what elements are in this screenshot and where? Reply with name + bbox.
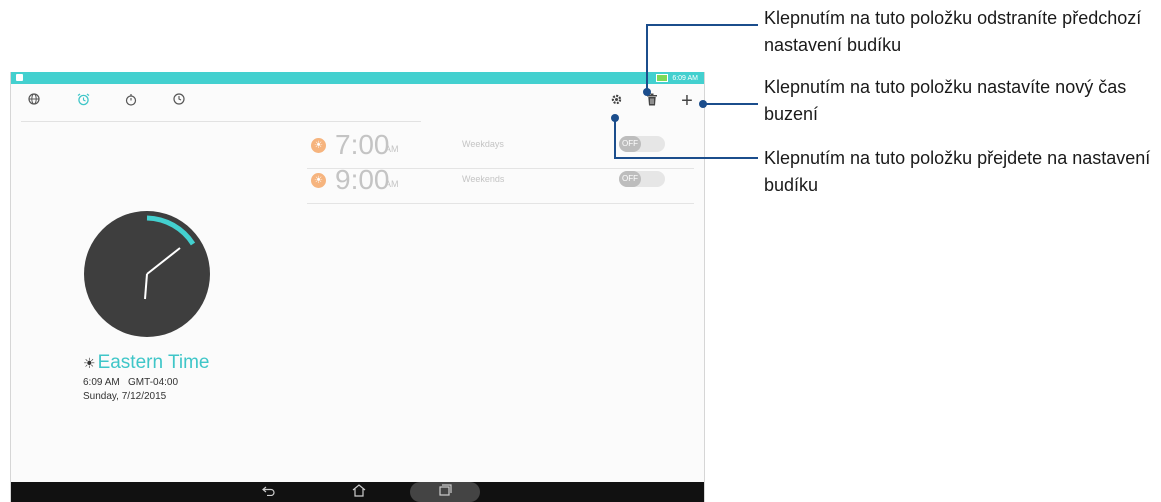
callout-settings: Klepnutím na tuto položku přejdete na na… xyxy=(764,148,1151,195)
callout-add: Klepnutím na tuto položku nastavíte nový… xyxy=(764,77,1127,124)
callout-delete: Klepnutím na tuto položku odstraníte pře… xyxy=(764,8,1142,55)
